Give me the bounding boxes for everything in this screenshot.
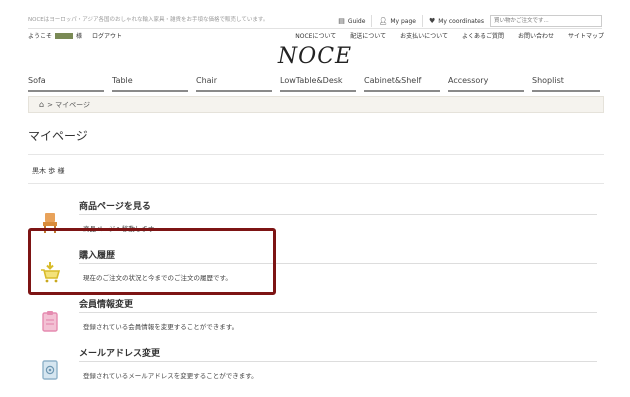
guide-book-icon: ▤ [338,17,345,25]
site-tagline: NOCEはヨーロッパ・アジア各国のおしゃれな輸入家具・雑貨をお手頃な価格で販売し… [28,17,269,23]
breadcrumb-current: マイページ [55,100,91,109]
user-icon: 👤︎ [378,17,388,25]
category-lowtable-desk[interactable]: LowTable&Desk [280,76,356,92]
category-shoplist[interactable]: Shoplist [532,76,600,92]
category-cabinet-shelf[interactable]: Cabinet&Shelf [364,76,440,92]
user-bar: ようこそ 様 ログアウト NOCEについて 配送について お支払いについて よく… [28,31,604,41]
my-page-link-label: My page [390,17,416,25]
guide-link-label: Guide [347,17,366,25]
welcome-prefix: ようこそ [28,33,53,40]
welcome-suffix: 様 [76,33,83,40]
category-chair[interactable]: Chair [196,76,272,92]
menu-desc-member-info: 登録されている会員情報を変更することができます。 [83,323,239,331]
menu-item-member-info[interactable]: 会員情報変更 登録されている会員情報を変更することができます。 [36,297,604,341]
category-table[interactable]: Table [112,76,188,92]
menu-rule [79,312,597,313]
breadcrumb-separator: > [47,100,56,109]
category-accessory[interactable]: Accessory [448,76,524,92]
divider [28,154,604,155]
faq-link[interactable]: よくあるご質問 [462,31,504,40]
highlight-box [28,228,276,295]
guide-link[interactable]: ▤ Guide [332,15,371,27]
my-coordinates-link-label: My coordinates [438,17,484,25]
heart-icon: ♥ [428,17,436,25]
search-input[interactable] [490,15,602,27]
menu-rule [79,214,597,215]
site-logo[interactable]: NOCE [0,44,630,69]
top-bar: NOCEはヨーロッパ・アジア各国のおしゃれな輸入家具・雑貨をお手頃な価格で販売し… [28,13,602,29]
menu-rule [79,361,597,362]
category-nav: Sofa Table Chair LowTable&Desk Cabinet&S… [28,76,604,92]
contact-link[interactable]: お問い合わせ [518,31,554,40]
about-noce-link[interactable]: NOCEについて [295,31,336,40]
breadcrumb: ⌂ > マイページ [28,96,604,113]
my-coordinates-link[interactable]: ♥ My coordinates [421,15,490,27]
user-name: 黒木 歩 様 [32,167,65,175]
page-title: マイページ [28,129,88,143]
user-name-swatch [55,32,74,39]
menu-title-member-info[interactable]: 会員情報変更 [79,297,133,310]
utility-nav: NOCEについて 配送について お支払いについて よくあるご質問 お問い合わせ … [281,31,604,40]
menu-title-email-change[interactable]: メールアドレス変更 [79,346,160,359]
home-icon[interactable]: ⌂ [39,100,44,109]
mail-book-icon [36,356,64,384]
welcome-message: ようこそ 様 ログアウト [28,31,122,40]
menu-item-email-change[interactable]: メールアドレス変更 登録されているメールアドレスを変更することができます。 [36,346,604,390]
delivery-link[interactable]: 配送について [350,31,386,40]
logout-link[interactable]: ログアウト [92,31,122,40]
top-links: ▤ Guide 👤︎ My page ♥ My coordinates [332,13,602,29]
divider [28,183,604,184]
menu-desc-email-change: 登録されているメールアドレスを変更することができます。 [83,372,258,380]
member-card-icon [36,307,64,335]
menu-title-products[interactable]: 商品ページを見る [79,199,151,212]
category-sofa[interactable]: Sofa [28,76,104,92]
my-page-link[interactable]: 👤︎ My page [371,15,422,27]
payment-link[interactable]: お支払いについて [400,31,448,40]
sitemap-link[interactable]: サイトマップ [568,31,604,40]
